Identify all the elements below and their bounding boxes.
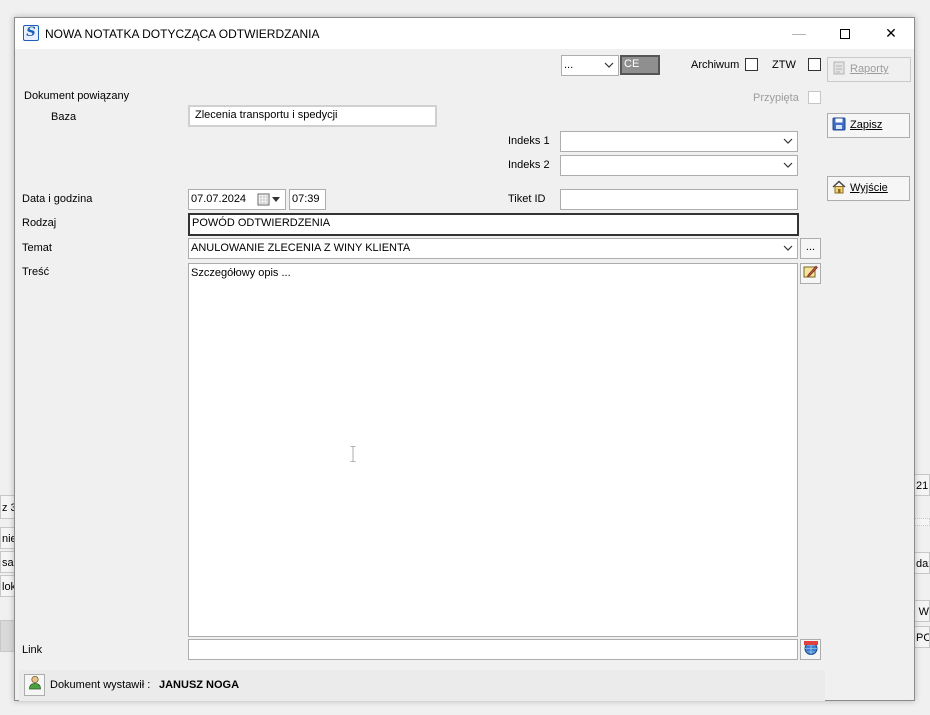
background-window-left: sa [0, 551, 15, 573]
title-bar[interactable]: S NOWA NOTATKA DOTYCZĄCA ODTWIERDZANIA —… [15, 18, 914, 49]
date-field[interactable]: 07.07.2024 [188, 189, 286, 210]
time-value: 07:39 [292, 193, 320, 205]
bg-text: lok [2, 581, 15, 593]
close-button[interactable]: ✕ [868, 18, 914, 49]
app-logo-icon: S [23, 25, 39, 41]
background-window-right: daż [914, 552, 930, 574]
tresc-value: Szczegółowy opis ... [191, 267, 291, 279]
zapisz-button[interactable]: Zapisz [827, 113, 910, 138]
background-window-right: POS [914, 626, 930, 648]
filter-select[interactable]: ... [561, 55, 619, 76]
raporty-button[interactable]: Raporty [827, 57, 911, 82]
temat-label: Temat [22, 242, 52, 254]
ce-field[interactable]: CE [620, 55, 660, 75]
bg-text: W [918, 606, 929, 618]
temat-value: ANULOWANIE ZLECENIA Z WINY KLIENTA [191, 242, 411, 254]
link-label: Link [22, 644, 43, 656]
ztw-checkbox[interactable] [808, 58, 821, 71]
filter-select-value: ... [564, 59, 574, 71]
notepad-edit-icon [803, 264, 818, 284]
background-window-left: lok [0, 575, 15, 597]
background-window-left [0, 620, 15, 652]
background-window-right: W [914, 600, 930, 622]
date-value: 07.07.2024 [191, 193, 247, 205]
maximize-icon [840, 29, 850, 40]
data-label: Data i godzina [22, 193, 93, 205]
background-window-left: z 3 [0, 495, 15, 519]
background-window-right [914, 518, 930, 526]
chevron-down-icon [783, 243, 793, 253]
background-window-right: 21, [914, 474, 930, 496]
archiwum-checkbox[interactable] [745, 58, 758, 71]
tresc-textarea[interactable]: Szczegółowy opis ... [188, 263, 798, 637]
baza-value: Zlecenia transportu i spedycji [195, 109, 338, 121]
time-field[interactable]: 07:39 [289, 189, 326, 210]
raporty-label: Raporty [850, 63, 889, 75]
rodzaj-value: POWÓD ODTWIERDZENIA [192, 217, 331, 229]
edit-note-button[interactable] [800, 263, 821, 284]
bg-text: sa [2, 557, 14, 569]
link-field[interactable] [188, 639, 798, 660]
baza-label: Baza [51, 111, 77, 123]
rodzaj-label: Rodzaj [22, 217, 57, 229]
zapisz-label: Zapisz [850, 119, 883, 131]
house-icon [832, 180, 846, 194]
ce-value: CE [624, 58, 640, 70]
maximize-button[interactable] [822, 18, 868, 49]
indeks2-select[interactable] [560, 155, 798, 176]
baza-field: Zlecenia transportu i spedycji [188, 105, 437, 127]
wyjscie-label: Wyjście [850, 182, 888, 194]
report-icon [832, 61, 846, 75]
indeks1-label: Indeks 1 [508, 135, 550, 147]
dialog-title: NOWA NOTATKA DOTYCZĄCA ODTWIERDZANIA [45, 27, 320, 41]
floppy-disk-icon [832, 117, 846, 131]
text-cursor-icon [350, 446, 356, 462]
indeks2-label: Indeks 2 [508, 159, 550, 171]
bg-text: POS [916, 632, 929, 644]
footer-bar: Dokument wystawił : JANUSZ NOGA [19, 670, 825, 701]
background-window-left: nie [0, 527, 15, 549]
tiket-field[interactable] [560, 189, 798, 210]
ztw-label: ZTW [772, 59, 796, 71]
archiwum-label: Archiwum [691, 59, 740, 71]
issued-by-value: JANUSZ NOGA [159, 679, 240, 691]
calendar-icon[interactable] [257, 193, 281, 206]
issued-by-label: Dokument wystawił : [50, 679, 151, 691]
bg-text: daż [916, 558, 929, 570]
user-button[interactable] [24, 674, 45, 696]
open-link-button[interactable] [800, 639, 821, 660]
tresc-label: Treść [22, 266, 50, 278]
przypieta-checkbox[interactable] [808, 91, 821, 104]
minimize-button[interactable]: — [776, 18, 822, 49]
przypieta-label: Przypięta [753, 92, 799, 104]
dokument-powiazany-label: Dokument powiązany [24, 90, 130, 102]
wyjscie-button[interactable]: Wyjście [827, 176, 910, 201]
indeks1-select[interactable] [560, 131, 798, 152]
rodzaj-field[interactable]: POWÓD ODTWIERDZENIA [188, 213, 799, 236]
chevron-down-icon [604, 60, 614, 70]
bg-text: z 3 [2, 502, 14, 514]
temat-browse-button[interactable]: ... [800, 238, 821, 259]
chevron-down-icon [783, 160, 793, 170]
chevron-down-icon [783, 136, 793, 146]
web-globe-icon [803, 640, 819, 661]
bg-text: 21, [916, 480, 930, 492]
user-icon [28, 675, 42, 696]
note-dialog: S NOWA NOTATKA DOTYCZĄCA ODTWIERDZANIA —… [14, 17, 915, 701]
temat-select[interactable]: ANULOWANIE ZLECENIA Z WINY KLIENTA [188, 238, 798, 259]
tiket-label: Tiket ID [508, 193, 546, 205]
bg-text: nie [2, 533, 14, 545]
